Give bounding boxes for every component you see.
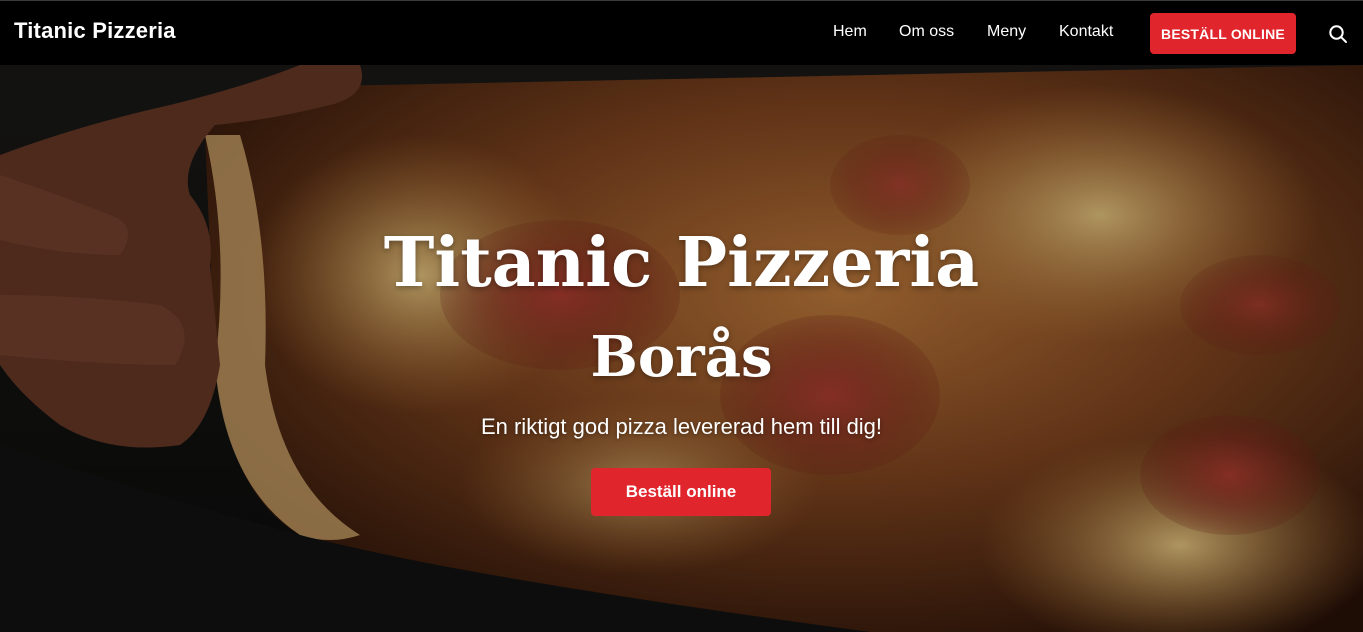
search-icon[interactable] xyxy=(1328,24,1348,44)
order-online-hero-button[interactable]: Beställ online xyxy=(591,468,771,516)
nav-link-meny[interactable]: Meny xyxy=(987,23,1026,41)
page: Titanic Pizzeria Hem Om oss Meny Kontakt… xyxy=(0,0,1363,632)
nav-link-om-oss[interactable]: Om oss xyxy=(899,23,954,41)
nav-link-kontakt[interactable]: Kontakt xyxy=(1059,23,1113,41)
order-online-nav-button[interactable]: BESTÄLL ONLINE xyxy=(1150,13,1296,54)
nav-link-hem[interactable]: Hem xyxy=(833,23,867,41)
main-nav: Hem Om oss Meny Kontakt BESTÄLL ONLINE xyxy=(0,1,1363,66)
hero-section: Titanic Pizzeria Borås En riktigt god pi… xyxy=(0,65,1363,632)
hero-tagline: En riktigt god pizza levererad hem till … xyxy=(480,414,883,439)
site-header: Titanic Pizzeria Hem Om oss Meny Kontakt… xyxy=(0,0,1363,65)
hero-title: Titanic Pizzeria xyxy=(383,222,980,303)
hero-subtitle: Borås xyxy=(590,324,773,391)
